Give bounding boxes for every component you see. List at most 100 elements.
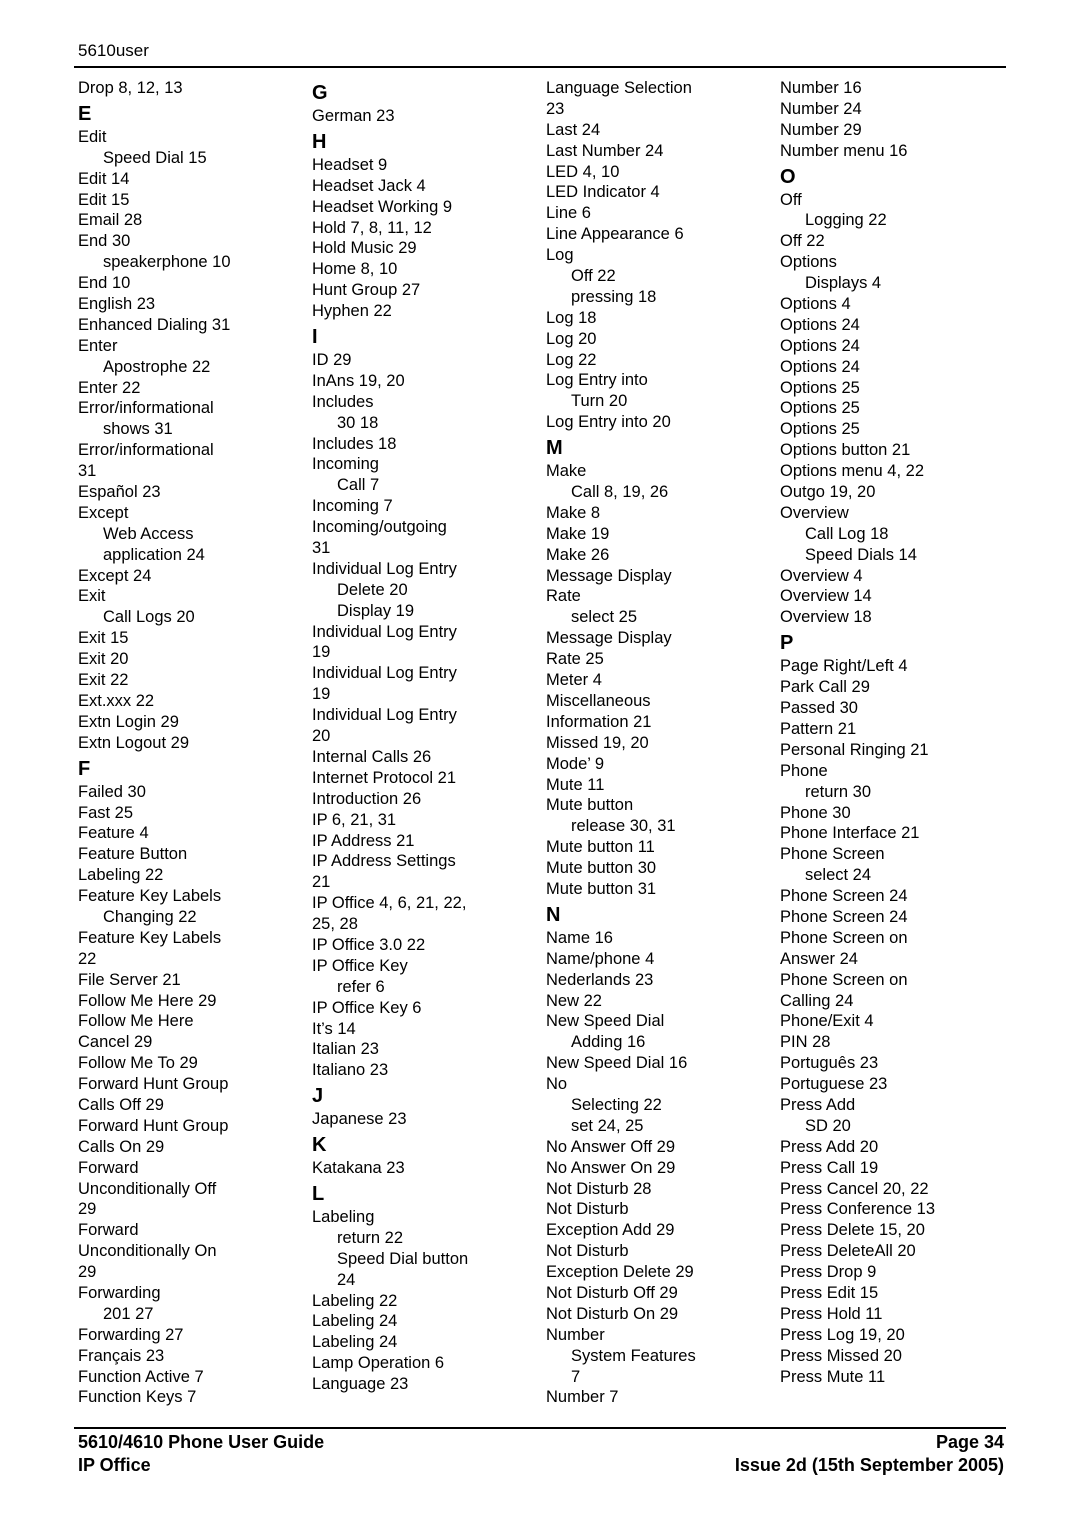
index-entry: Make 26 bbox=[546, 545, 610, 564]
index-subentry: Speed Dial 15 bbox=[103, 148, 207, 167]
index-entry: Forward Hunt Group bbox=[78, 1075, 229, 1094]
index-subentry: return 22 bbox=[337, 1228, 404, 1247]
index-entry: Labeling bbox=[312, 1207, 375, 1226]
index-entry: Outgo 19, 20 bbox=[780, 483, 876, 502]
index-entry: 23 bbox=[546, 99, 565, 118]
index-subentry: Web Access bbox=[103, 524, 194, 543]
index-entry: Passed 30 bbox=[780, 699, 858, 718]
index-entry: IP 6, 21, 31 bbox=[312, 810, 397, 829]
index-entry: Labeling 24 bbox=[312, 1333, 398, 1352]
index-subentry: pressing 18 bbox=[571, 287, 657, 306]
index-entry: 20 bbox=[312, 727, 331, 746]
index-entry: Meter 4 bbox=[546, 671, 602, 690]
index-entry: Log 20 bbox=[546, 329, 597, 348]
index-entry: Line 6 bbox=[546, 204, 591, 223]
index-entry: Cancel 29 bbox=[78, 1033, 153, 1052]
index-entry: Exit 15 bbox=[78, 629, 129, 648]
index-entry: Exit bbox=[78, 587, 106, 606]
index-subentry: Changing 22 bbox=[103, 907, 197, 926]
index-entry: Enhanced Dialing 31 bbox=[78, 315, 231, 334]
index-entry: Unconditionally On bbox=[78, 1242, 217, 1261]
index-subentry: 7 bbox=[571, 1367, 581, 1386]
index-subentry: Call Logs 20 bbox=[103, 608, 195, 627]
index-entry: Options button 21 bbox=[780, 441, 911, 460]
index-entry: Name 16 bbox=[546, 928, 613, 947]
document-running-title: 5610user bbox=[78, 41, 149, 60]
index-entry: Phone Screen on bbox=[780, 928, 908, 947]
index-entry: 31 bbox=[78, 462, 97, 481]
index-entry: Feature Key Labels bbox=[78, 887, 222, 906]
index-entry: Português 23 bbox=[780, 1054, 879, 1073]
index-entry: 31 bbox=[312, 539, 331, 558]
index-entry: Italiano 23 bbox=[312, 1061, 389, 1080]
index-entry: Includes 18 bbox=[312, 434, 397, 453]
index-subentry: System Features bbox=[571, 1346, 696, 1365]
index-entry: Press Add bbox=[780, 1095, 856, 1114]
index-entry: Function Keys 7 bbox=[78, 1388, 197, 1407]
index-entry: Exception Delete 29 bbox=[546, 1263, 694, 1282]
index-entry: Individual Log Entry bbox=[312, 622, 457, 641]
index-entry: Incoming bbox=[312, 455, 379, 474]
index-entry: End 30 bbox=[78, 232, 131, 251]
index-section-letter: J bbox=[312, 1085, 324, 1108]
index-entry: New 22 bbox=[546, 991, 602, 1010]
index-entry: Rate 25 bbox=[546, 650, 604, 669]
index-entry: Introduction 26 bbox=[312, 789, 422, 808]
index-entry: 29 bbox=[78, 1200, 97, 1219]
index-entry: Labeling 22 bbox=[78, 866, 164, 885]
footer-divider bbox=[74, 1427, 1006, 1429]
index-entry: Press Log 19, 20 bbox=[780, 1325, 905, 1344]
index-entry: File Server 21 bbox=[78, 970, 181, 989]
index-entry: Español 23 bbox=[78, 483, 161, 502]
index-entry: 21 bbox=[312, 873, 331, 892]
index-entry: ID 29 bbox=[312, 351, 352, 370]
index-entry: Internal Calls 26 bbox=[312, 747, 432, 766]
index-entry: Rate bbox=[546, 587, 581, 606]
index-entry: Make 19 bbox=[546, 524, 610, 543]
index-column-1: Drop 8, 12, 13 E Edit Speed Dial 15 Edit 14 E… bbox=[78, 78, 308, 1408]
index-subentry: Selecting 22 bbox=[571, 1095, 662, 1114]
index-entry: LED Indicator 4 bbox=[546, 183, 660, 202]
index-entry: Not Disturb bbox=[546, 1200, 629, 1219]
index-entry: Mute 11 bbox=[546, 775, 605, 794]
index-entry: Extn Logout 29 bbox=[78, 733, 190, 752]
index-entry: IP Office Key 6 bbox=[312, 998, 422, 1017]
index-entry: Phone bbox=[780, 761, 828, 780]
index-entry: Log bbox=[546, 246, 574, 265]
index-entry: Includes bbox=[312, 392, 374, 411]
index-entry: Incoming/outgoing bbox=[312, 518, 447, 537]
index-subentry: refer 6 bbox=[337, 977, 385, 996]
index-entry: Phone Screen 24 bbox=[780, 887, 908, 906]
index-entry: Number menu 16 bbox=[780, 141, 908, 160]
index-section-letter: P bbox=[780, 632, 794, 655]
index-entry: Labeling 24 bbox=[312, 1312, 398, 1331]
footer-page-number: Page 34 bbox=[935, 1432, 1004, 1452]
index-subentry: Logging 22 bbox=[805, 211, 887, 230]
index-entry: Feature 4 bbox=[78, 824, 149, 843]
index-entry: Options 25 bbox=[780, 378, 860, 397]
index-entry: Forward bbox=[78, 1158, 139, 1177]
index-entry: Edit 15 bbox=[78, 190, 130, 209]
index-subentry: Adding 16 bbox=[571, 1033, 646, 1052]
index-entry: Enter 22 bbox=[78, 378, 141, 397]
index-entry: Phone Screen on bbox=[780, 970, 908, 989]
index-entry: Individual Log Entry bbox=[312, 664, 457, 683]
index-entry: Make 8 bbox=[546, 503, 601, 522]
index-subentry: Delete 20 bbox=[337, 580, 408, 599]
index-entry: Pattern 21 bbox=[780, 719, 857, 738]
index-entry: Options menu 4, 22 bbox=[780, 462, 925, 481]
index-entry: Phone Interface 21 bbox=[780, 824, 920, 843]
index-entry: Mute button bbox=[546, 796, 634, 815]
index-column-3: Language Selection 23 Last 24 Last Number 2… bbox=[546, 78, 776, 1408]
index-entry: Information 21 bbox=[546, 712, 652, 731]
index-subentry: return 30 bbox=[805, 782, 872, 801]
index-entry: Except 24 bbox=[78, 566, 152, 585]
index-entry: Overview bbox=[780, 503, 849, 522]
index-entry: No Answer On 29 bbox=[546, 1158, 676, 1177]
index-entry: IP Address Settings bbox=[312, 852, 456, 871]
index-entry: Hyphen 22 bbox=[312, 302, 392, 321]
index-entry: Error/informational bbox=[78, 441, 214, 460]
index-section-letter: G bbox=[312, 82, 328, 104]
index-entry: LED 4, 10 bbox=[546, 162, 620, 181]
index-entry: Overview 18 bbox=[780, 608, 872, 627]
